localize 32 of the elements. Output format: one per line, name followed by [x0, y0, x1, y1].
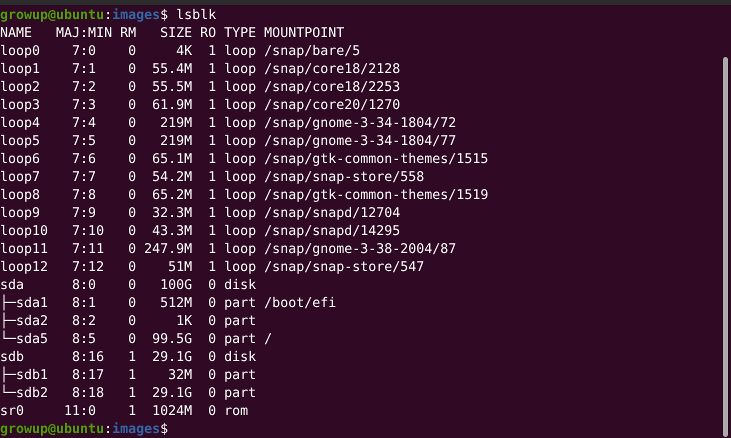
output-line: loop3 7:3 0 61.9M 1 loop /snap/core20/1270 — [0, 98, 400, 113]
output-line: ├─sda1 8:1 0 512M 0 part /boot/efi — [0, 296, 336, 311]
command-text: lsblk — [176, 8, 216, 23]
output-line: loop8 7:8 0 65.2M 1 loop /snap/gtk-common-themes/1519 — [0, 188, 488, 203]
output-line: loop7 7:7 0 54.2M 1 loop /snap/snap-store/558 — [0, 170, 424, 185]
prompt-symbol: $ — [160, 8, 168, 23]
prompt-path: images — [112, 8, 160, 23]
output-line: └─sda5 8:5 0 99.5G 0 part / — [0, 332, 272, 347]
output-line: loop9 7:9 0 32.3M 1 loop /snap/snapd/12704 — [0, 206, 400, 221]
output-line: sda 8:0 0 100G 0 disk — [0, 278, 258, 293]
output-line: NAME MAJ:MIN RM SIZE RO TYPE MOUNTPOINT — [0, 26, 344, 41]
output-line: loop6 7:6 0 65.1M 1 loop /snap/gtk-common-themes/1515 — [0, 152, 488, 167]
output-line: loop5 7:5 0 219M 1 loop /snap/gnome-3-34-1804/77 — [0, 134, 456, 149]
prompt-user-host: growup@ubuntu — [0, 8, 104, 23]
output-line: loop2 7:2 0 55.5M 1 loop /snap/core18/2253 — [0, 80, 400, 95]
scrollbar[interactable] — [723, 57, 728, 437]
prompt-path: images — [112, 422, 160, 437]
prompt-user-host: growup@ubuntu — [0, 422, 104, 437]
prompt-separator: : — [104, 8, 112, 23]
output-line: loop12 7:12 0 51M 1 loop /snap/snap-store/547 — [0, 260, 424, 275]
output-line: loop10 7:10 0 43.3M 1 loop /snap/snapd/14295 — [0, 224, 400, 239]
output-line: sdb 8:16 1 29.1G 0 disk — [0, 350, 258, 365]
output-line: loop11 7:11 0 247.9M 1 loop /snap/gnome-3-38-2004/87 — [0, 242, 456, 257]
output-line: loop0 7:0 0 4K 1 loop /snap/bare/5 — [0, 44, 360, 59]
output-line: loop4 7:4 0 219M 1 loop /snap/gnome-3-34-1804/72 — [0, 116, 456, 131]
prompt-separator: : — [104, 422, 112, 437]
output-line: ├─sda2 8:2 0 1K 0 part — [0, 314, 258, 329]
output-line: ├─sdb1 8:17 1 32M 0 part — [0, 368, 258, 383]
output-line: sr0 11:0 1 1024M 0 rom — [0, 404, 250, 419]
output-line: loop1 7:1 0 55.4M 1 loop /snap/core18/2128 — [0, 62, 400, 77]
prompt-symbol: $ — [160, 422, 168, 437]
output-line: └─sdb2 8:18 1 29.1G 0 part — [0, 386, 258, 401]
